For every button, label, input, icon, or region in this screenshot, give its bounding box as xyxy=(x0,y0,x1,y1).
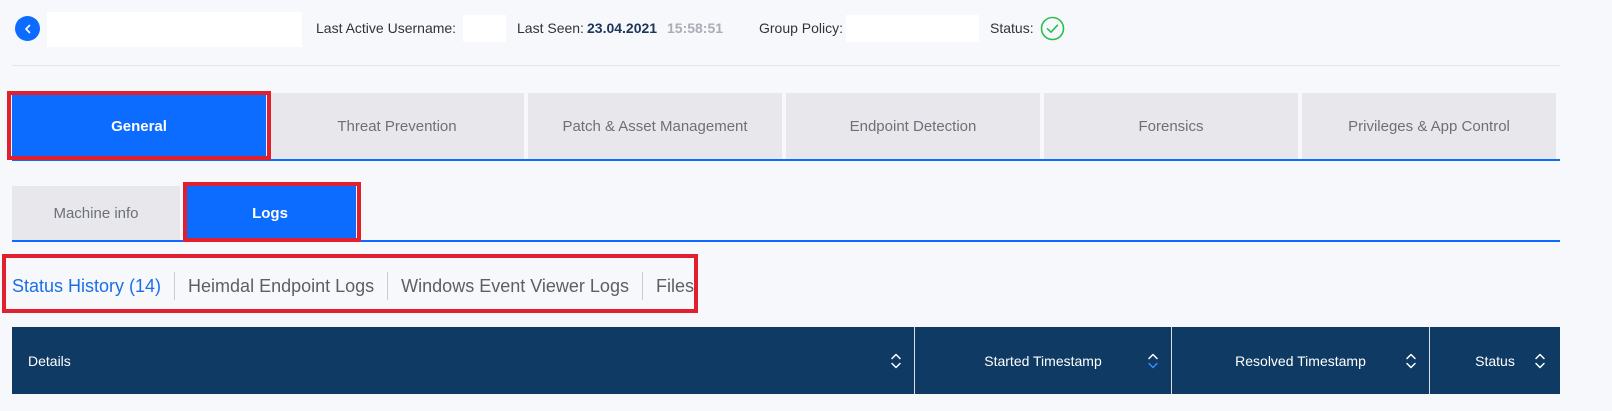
sort-icon[interactable] xyxy=(890,351,902,371)
status-history-table-header: Details Started Timestamp Resolved Times… xyxy=(12,327,1560,394)
tab-windows-event-viewer-logs[interactable]: Windows Event Viewer Logs xyxy=(388,272,642,300)
column-header-started-timestamp[interactable]: Started Timestamp xyxy=(915,327,1172,394)
group-policy-label: Group Policy: xyxy=(759,20,844,36)
sort-icon[interactable] xyxy=(1147,351,1159,371)
sort-icon[interactable] xyxy=(1534,351,1546,371)
column-label-status: Status xyxy=(1475,352,1515,369)
status-label: Status: xyxy=(990,20,1034,36)
log-tab-bar: Status History (14) Heimdal Endpoint Log… xyxy=(12,268,707,304)
tab-status-history[interactable]: Status History (14) xyxy=(12,272,174,300)
last-seen-date: 23.04.2021 xyxy=(587,20,658,36)
last-active-username-label: Last Active Username: xyxy=(316,20,457,36)
main-tab-bar: General Threat Prevention Patch & Asset … xyxy=(12,93,1560,161)
tab-endpoint-detection[interactable]: Endpoint Detection xyxy=(786,93,1040,159)
chevron-left-icon xyxy=(24,24,30,33)
last-active-username-value xyxy=(463,15,506,42)
tab-files[interactable]: Files xyxy=(643,272,707,300)
column-header-status[interactable]: Status xyxy=(1430,327,1560,394)
device-header: Last Active Username: Last Seen: 23.04.2… xyxy=(0,0,1612,66)
column-label-resolved-timestamp: Resolved Timestamp xyxy=(1235,352,1366,369)
last-seen-label: Last Seen: xyxy=(517,20,584,36)
column-label-started-timestamp: Started Timestamp xyxy=(984,352,1102,369)
tab-forensics[interactable]: Forensics xyxy=(1044,93,1298,159)
device-name-field xyxy=(47,12,302,47)
tab-machine-info[interactable]: Machine info xyxy=(12,186,180,240)
group-policy-value xyxy=(846,15,979,42)
column-header-details[interactable]: Details xyxy=(12,327,915,394)
sort-icon[interactable] xyxy=(1405,351,1417,371)
last-seen-time: 15:58:51 xyxy=(667,20,724,36)
column-label-details: Details xyxy=(28,352,71,369)
tab-heimdal-endpoint-logs[interactable]: Heimdal Endpoint Logs xyxy=(175,272,387,300)
tab-logs[interactable]: Logs xyxy=(184,186,356,240)
column-header-resolved-timestamp[interactable]: Resolved Timestamp xyxy=(1172,327,1430,394)
tab-threat-prevention[interactable]: Threat Prevention xyxy=(270,93,524,159)
tab-privileges-app-control[interactable]: Privileges & App Control xyxy=(1302,93,1556,159)
header-divider xyxy=(12,65,1560,66)
sub-tab-bar: Machine info Logs xyxy=(12,186,1560,242)
back-button[interactable] xyxy=(15,16,40,41)
check-circle-icon xyxy=(1040,16,1065,41)
tab-patch-asset-management[interactable]: Patch & Asset Management xyxy=(528,93,782,159)
tab-general[interactable]: General xyxy=(12,93,266,159)
